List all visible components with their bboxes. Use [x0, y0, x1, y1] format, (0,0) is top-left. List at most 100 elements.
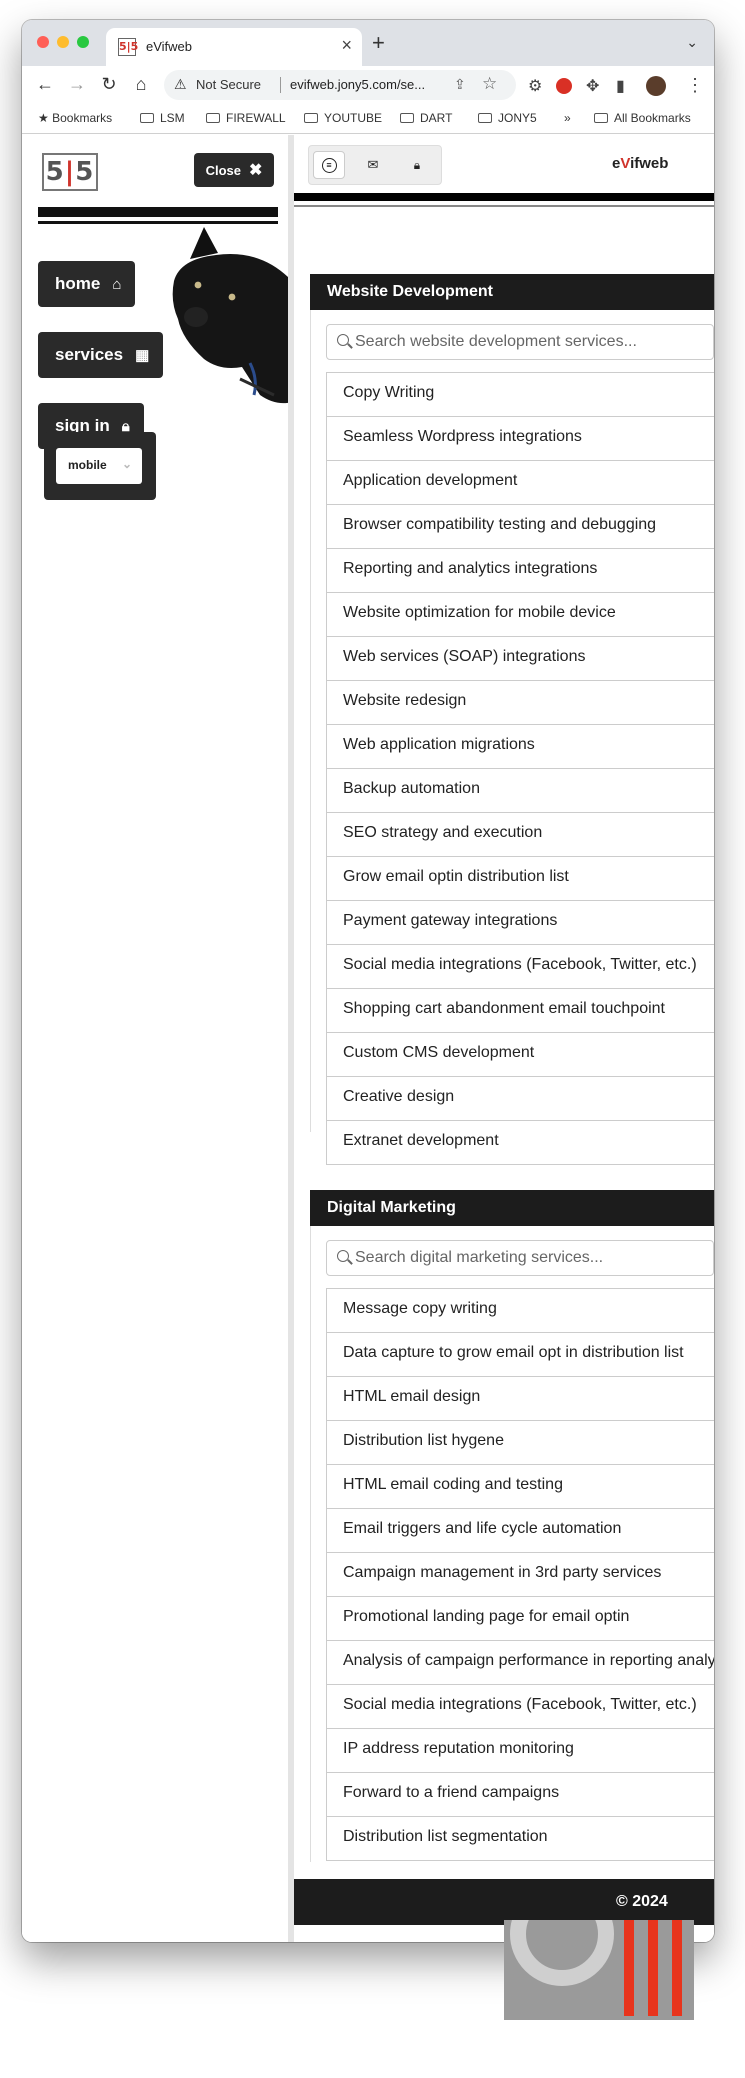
- warning-icon: ⚠: [174, 76, 187, 92]
- folder-icon: [304, 113, 318, 123]
- list-item[interactable]: HTML email design: [327, 1377, 714, 1421]
- window-zoom-button[interactable]: [77, 36, 89, 48]
- folder-icon: [478, 113, 492, 123]
- new-tab-button[interactable]: +: [372, 30, 385, 56]
- list-item[interactable]: Reporting and analytics integrations: [327, 549, 714, 593]
- window-close-button[interactable]: [37, 36, 49, 48]
- list-item[interactable]: Seamless Wordpress integrations: [327, 417, 714, 461]
- folder-icon: [140, 113, 154, 123]
- tab-title: eVifweb: [146, 39, 193, 54]
- extension-gear-icon[interactable]: ⚙: [528, 76, 542, 96]
- mail-button[interactable]: ✉: [357, 151, 389, 179]
- menu-kebab-icon[interactable]: ⋮: [686, 75, 704, 96]
- divider: [294, 205, 714, 207]
- list-item[interactable]: Campaign management in 3rd party service…: [327, 1553, 714, 1597]
- list-item[interactable]: Grow email optin distribution list: [327, 857, 714, 901]
- list-item[interactable]: Copy Writing: [327, 373, 714, 417]
- home-icon: ⌂: [112, 275, 122, 293]
- footer: © 2024: [294, 1879, 714, 1925]
- browser-tab[interactable]: 5|5 eVifweb ×: [106, 28, 362, 66]
- lock-icon: 🔒︎: [413, 157, 421, 172]
- folder-icon: [400, 113, 414, 123]
- list-item[interactable]: Analysis of campaign performance in repo…: [327, 1641, 714, 1685]
- list-item[interactable]: Promotional landing page for email optin: [327, 1597, 714, 1641]
- list-item[interactable]: Social media integrations (Facebook, Twi…: [327, 945, 714, 989]
- share-icon[interactable]: ⇪: [454, 76, 466, 93]
- nav-services-button[interactable]: services ▦: [38, 332, 164, 378]
- star-icon[interactable]: ☆: [482, 74, 497, 94]
- desktop-background-logo: [504, 1920, 694, 2020]
- bookmark-folder-youtube[interactable]: YOUTUBE: [304, 111, 382, 125]
- list-item[interactable]: Creative design: [327, 1077, 714, 1121]
- browser-window: 5|5 eVifweb × + ⌄ ← → ↻ ⌂ ⚠ Not Secure e…: [22, 20, 714, 1942]
- list-item[interactable]: Website optimization for mobile device: [327, 593, 714, 637]
- sidebar: 5 | 5 Close ✖ home ⌂ services ▦ sign in …: [22, 135, 294, 1942]
- menu-button[interactable]: ≡: [313, 151, 345, 179]
- bookmark-folder-lsm[interactable]: LSM: [140, 111, 185, 125]
- top-toolbar: ≡ ✉ 🔒︎: [308, 145, 442, 185]
- extension-red-icon[interactable]: [556, 78, 572, 94]
- digital-marketing-search-input[interactable]: [355, 1247, 710, 1269]
- list-item[interactable]: Web application migrations: [327, 725, 714, 769]
- list-item[interactable]: Social media integrations (Facebook, Twi…: [327, 1685, 714, 1729]
- bookmarks-overflow[interactable]: »: [564, 111, 571, 125]
- list-item[interactable]: Extranet development: [327, 1121, 714, 1165]
- close-button[interactable]: Close ✖: [194, 153, 274, 187]
- grid-icon: ▦: [135, 347, 150, 364]
- window-minimize-button[interactable]: [57, 36, 69, 48]
- sidepanel-icon[interactable]: ▮: [616, 76, 625, 96]
- list-item[interactable]: Custom CMS development: [327, 1033, 714, 1077]
- forward-icon[interactable]: →: [66, 74, 88, 95]
- web-dev-search[interactable]: [326, 324, 714, 360]
- list-item[interactable]: Distribution list hygene: [327, 1421, 714, 1465]
- list-item[interactable]: IP address reputation monitoring: [327, 1729, 714, 1773]
- list-item[interactable]: Payment gateway integrations: [327, 901, 714, 945]
- tab-search-chevron-icon[interactable]: ⌄: [686, 34, 698, 51]
- divider: [38, 207, 278, 217]
- home-page-icon[interactable]: ⌂: [130, 74, 152, 95]
- chevron-down-icon: ⌄: [121, 457, 132, 471]
- close-icon: ✖: [249, 162, 263, 179]
- tab-close-icon[interactable]: ×: [341, 35, 352, 56]
- reload-icon[interactable]: ↻: [98, 74, 120, 95]
- list-item[interactable]: Browser compatibility testing and debugg…: [327, 505, 714, 549]
- extensions-puzzle-icon[interactable]: ✥: [586, 76, 599, 96]
- list-item[interactable]: Website redesign: [327, 681, 714, 725]
- mobile-select[interactable]: mobile ⌄: [56, 448, 142, 484]
- main-content: ≡ ✉ 🔒︎ eVifweb Website Development Copy: [294, 135, 714, 1942]
- list-item[interactable]: Application development: [327, 461, 714, 505]
- list-item[interactable]: Message copy writing: [327, 1289, 714, 1333]
- list-item[interactable]: Forward to a friend campaigns: [327, 1773, 714, 1817]
- list-item[interactable]: Email triggers and life cycle automation: [327, 1509, 714, 1553]
- list-item[interactable]: Data capture to grow email opt in distri…: [327, 1333, 714, 1377]
- star-filled-icon: ★: [38, 111, 49, 125]
- search-icon: [337, 1250, 349, 1262]
- bookmarks-bar: ★ Bookmarks LSM FIREWALL YOUTUBE DART JO…: [22, 104, 714, 134]
- list-item[interactable]: Shopping cart abandonment email touchpoi…: [327, 989, 714, 1033]
- mobile-select-container: mobile ⌄: [44, 432, 156, 500]
- list-item[interactable]: Backup automation: [327, 769, 714, 813]
- bookmark-folder-jony5[interactable]: JONY5: [478, 111, 537, 125]
- list-item[interactable]: Web services (SOAP) integrations: [327, 637, 714, 681]
- back-icon[interactable]: ←: [34, 74, 56, 95]
- list-item[interactable]: Distribution list segmentation: [327, 1817, 714, 1861]
- list-item[interactable]: SEO strategy and execution: [327, 813, 714, 857]
- lock-button[interactable]: 🔒︎: [401, 151, 433, 179]
- digital-marketing-search[interactable]: [326, 1240, 714, 1276]
- site-logo[interactable]: 5 | 5: [42, 153, 98, 191]
- web-dev-search-input[interactable]: [355, 331, 710, 353]
- folder-icon: [594, 113, 608, 123]
- toolbar: ← → ↻ ⌂ ⚠ Not Secure evifweb.jony5.com/s…: [22, 66, 714, 104]
- bookmark-folder-firewall[interactable]: FIREWALL: [206, 111, 286, 125]
- all-bookmarks[interactable]: All Bookmarks: [594, 111, 691, 125]
- url-text: evifweb.jony5.com/se...: [290, 77, 426, 92]
- profile-avatar[interactable]: [646, 76, 666, 96]
- folder-icon: [206, 113, 220, 123]
- list-item[interactable]: HTML email coding and testing: [327, 1465, 714, 1509]
- website-development-heading: Website Development: [310, 274, 714, 310]
- bookmark-folder-dart[interactable]: DART: [400, 111, 452, 125]
- address-bar[interactable]: ⚠ Not Secure evifweb.jony5.com/se... ⇪ ☆: [164, 70, 516, 100]
- nav-home-button[interactable]: home ⌂: [38, 261, 136, 307]
- bookmarks-star-item[interactable]: ★ Bookmarks: [38, 111, 112, 125]
- copyright-text: © 2024: [616, 1893, 668, 1910]
